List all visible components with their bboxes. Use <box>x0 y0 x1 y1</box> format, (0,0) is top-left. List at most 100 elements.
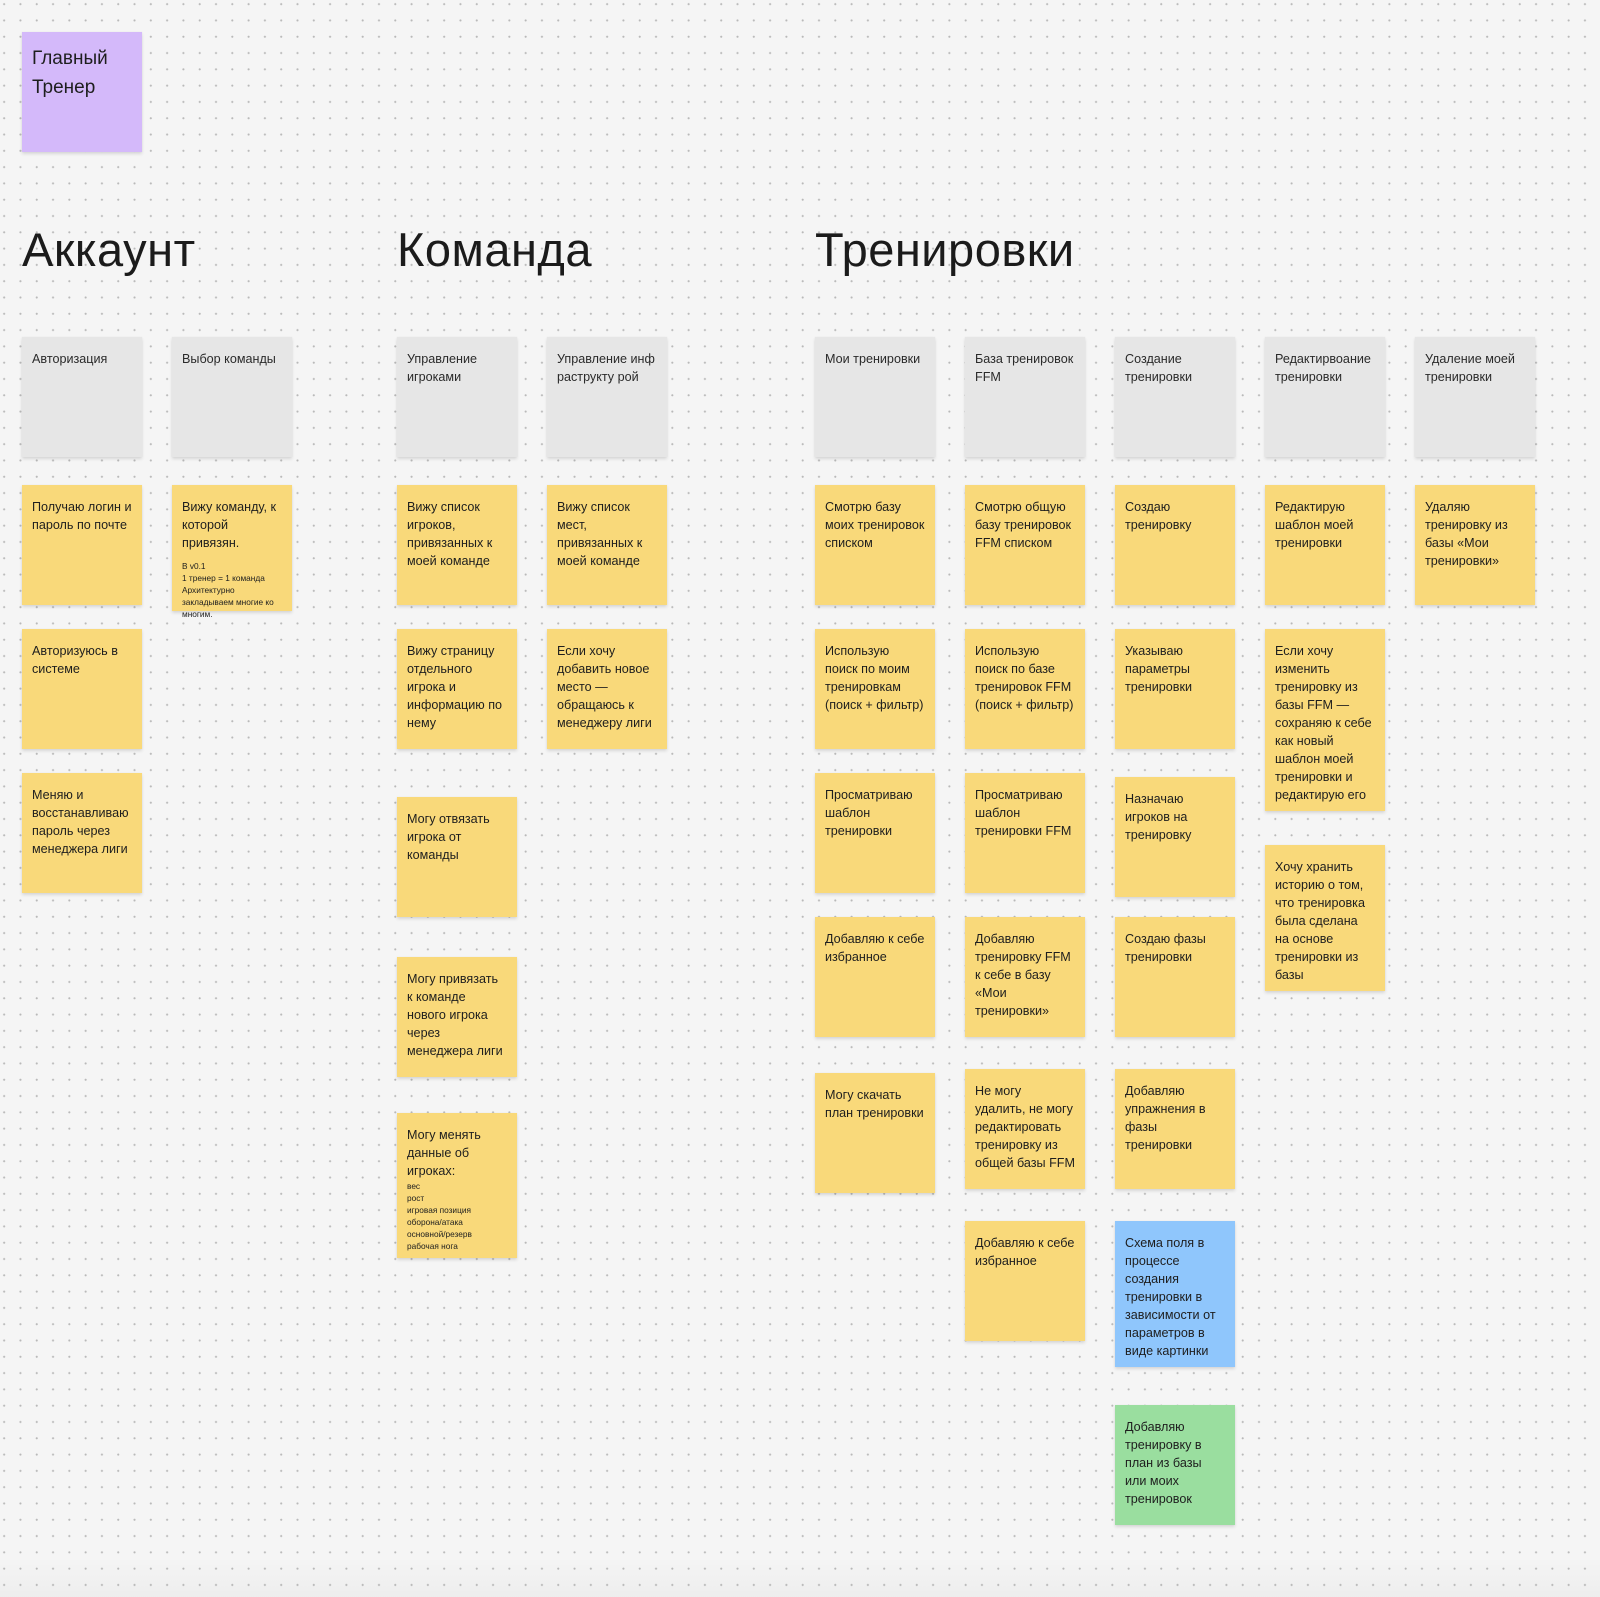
column-header-label: Выбор команды <box>182 352 276 366</box>
player-field: рост <box>407 1193 425 1203</box>
story-text: Не могу удалить, не могу редактировать т… <box>975 1084 1075 1170</box>
story-card[interactable]: Меняю и восстанавливаю пароль через мене… <box>22 773 142 893</box>
story-card-add-to-plan[interactable]: Добавляю тренировку в план из базы или м… <box>1115 1405 1235 1525</box>
story-text: Схема поля в процессе создания тренировк… <box>1125 1236 1216 1358</box>
column-header-label: База тренировок FFM <box>975 352 1074 384</box>
story-card[interactable]: Смотрю общую базу тренировок FFM списком <box>965 485 1085 605</box>
player-field: игровая позиция <box>407 1205 471 1215</box>
story-card[interactable]: Хочу хранить историю о том, что трениров… <box>1265 845 1385 991</box>
note-line: В v0.1 <box>182 561 206 571</box>
story-text: Если хочу добавить новое место — обращаю… <box>557 644 652 730</box>
note-line: 1 тренер = 1 команда <box>182 573 265 583</box>
story-card[interactable]: Не могу удалить, не могу редактировать т… <box>965 1069 1085 1189</box>
story-text: Назначаю игроков на тренировку <box>1125 792 1192 842</box>
story-card[interactable]: Указываю параметры тренировки <box>1115 629 1235 749</box>
column-header-infrastructure-management[interactable]: Управление инфраструкту рой <box>547 337 667 457</box>
column-header-ffm-training-base[interactable]: База тренировок FFM <box>965 337 1085 457</box>
story-text: Просматриваю шаблон тренировки <box>825 788 913 838</box>
story-text: Создаю тренировку <box>1125 500 1192 532</box>
story-card[interactable]: Использую поиск по базе тренировок FFM (… <box>965 629 1085 749</box>
column-header-label: Управление инфраструкту рой <box>557 352 655 384</box>
story-card[interactable]: Вижу список игроков, привязанных к моей … <box>397 485 517 605</box>
story-card[interactable]: Вижу список мест, привязанных к моей ком… <box>547 485 667 605</box>
player-field: вес <box>407 1181 421 1191</box>
story-text: Хочу хранить историю о том, что трениров… <box>1275 860 1365 982</box>
story-card[interactable]: Если хочу изменить тренировку из базы FF… <box>1265 629 1385 811</box>
role-label-line-1: Главный <box>32 48 108 69</box>
story-text: Вижу список игроков, привязанных к моей … <box>407 500 493 568</box>
story-text: Смотрю базу моих тренировок списком <box>825 500 925 550</box>
story-text: Указываю параметры тренировки <box>1125 644 1193 694</box>
story-card[interactable]: Могу отвязать игрока от команды <box>397 797 517 917</box>
story-text: Получаю логин и пароль по почте <box>32 500 132 532</box>
story-text: Удаляю тренировку из базы «Мои тренировк… <box>1425 500 1508 568</box>
story-card[interactable]: Просматриваю шаблон тренировки <box>815 773 935 893</box>
story-card[interactable]: Добавляю к себе избранное <box>965 1221 1085 1341</box>
column-header-create-training[interactable]: Создание тренировки <box>1115 337 1235 457</box>
player-field: рабочая нога <box>407 1241 458 1251</box>
story-card[interactable]: Авторизуюсь в системе <box>22 629 142 749</box>
story-card[interactable]: Могу скачать план тренировки <box>815 1073 935 1193</box>
story-text: Добавляю к себе избранное <box>825 932 925 964</box>
column-header-edit-training[interactable]: Редактирвоание тренировки <box>1265 337 1385 457</box>
column-header-label: Создание тренировки <box>1125 352 1193 384</box>
section-title-account: Аккаунт <box>22 223 196 276</box>
column-header-player-management[interactable]: Управление игроками <box>397 337 517 457</box>
story-text: Вижу команду, к которой привязян. <box>182 500 276 550</box>
story-card[interactable]: Просматриваю шаблон тренировки FFM <box>965 773 1085 893</box>
column-header-team-selection[interactable]: Выбор команды <box>172 337 292 457</box>
column-header-label: Авторизация <box>32 352 108 366</box>
story-card[interactable]: Если хочу добавить новое место — обращаю… <box>547 629 667 749</box>
story-text: Использую поиск по моим тренировкам (пои… <box>825 644 924 712</box>
story-text: Авторизуюсь в системе <box>32 644 118 676</box>
role-sticky-head-coach[interactable]: Главный Тренер <box>22 32 142 152</box>
story-card-field-scheme[interactable]: Схема поля в процессе создания тренировк… <box>1115 1221 1235 1367</box>
story-text: Смотрю общую базу тренировок FFM списком <box>975 500 1072 550</box>
story-text: Добавляю к себе избранное <box>975 1236 1075 1268</box>
story-card[interactable]: Получаю логин и пароль по почте <box>22 485 142 605</box>
story-text: Добавляю тренировку FFM к себе в базу «М… <box>975 932 1071 1018</box>
story-card[interactable]: Добавляю упражнения в фазы тренировки <box>1115 1069 1235 1189</box>
story-card[interactable]: Назначаю игроков на тренировку <box>1115 777 1235 897</box>
player-field: оборона/атака <box>407 1217 463 1227</box>
story-card[interactable]: Создаю тренировку <box>1115 485 1235 605</box>
story-text: Создаю фазы тренировки <box>1125 932 1206 964</box>
section-title-team: Команда <box>397 223 592 276</box>
column-header-label: Редактирвоание тренировки <box>1275 352 1371 384</box>
story-text: Просматриваю шаблон тренировки FFM <box>975 788 1072 838</box>
story-text: Могу менять данные об игроках: <box>407 1128 481 1178</box>
role-label-line-2: Тренер <box>32 77 96 98</box>
story-text: Меняю и восстанавливаю пароль через мене… <box>32 788 129 856</box>
story-card[interactable]: Могу привязать к команде нового игрока ч… <box>397 957 517 1077</box>
story-text: Вижу страницу отдельного игрока и информ… <box>407 644 503 730</box>
story-text: Могу привязать к команде нового игрока ч… <box>407 972 503 1058</box>
story-text: Могу скачать план тренировки <box>825 1088 924 1120</box>
section-title-trainings: Тренировки <box>815 223 1075 276</box>
story-card[interactable]: Редактирую шаблон моей тренировки <box>1265 485 1385 605</box>
column-header-authorization[interactable]: Авторизация <box>22 337 142 457</box>
story-text: Добавляю упражнения в фазы тренировки <box>1125 1084 1206 1152</box>
story-text: Вижу список мест, привязанных к моей ком… <box>557 500 643 568</box>
note-line: Архитектурно закладываем многие ко многи… <box>182 585 274 619</box>
story-text: Могу отвязать игрока от команды <box>407 812 490 862</box>
story-card[interactable]: Вижу команду, к которой привязян. В v0.1… <box>172 485 292 619</box>
story-card[interactable]: Смотрю базу моих тренировок списком <box>815 485 935 605</box>
column-header-my-trainings[interactable]: Мои тренировки <box>815 337 935 457</box>
story-card[interactable]: Могу менять данные об игроках: вес рост … <box>397 1113 517 1258</box>
story-card[interactable]: Добавляю тренировку FFM к себе в базу «М… <box>965 917 1085 1037</box>
player-fields-list: вес рост игровая позиция оборона/атака о… <box>407 1180 507 1252</box>
column-header-delete-training[interactable]: Удаление моей тренировки <box>1415 337 1535 457</box>
story-card[interactable]: Добавляю к себе избранное <box>815 917 935 1037</box>
column-header-label: Мои тренировки <box>825 352 921 366</box>
story-card[interactable]: Удаляю тренировку из базы «Мои тренировк… <box>1415 485 1535 605</box>
story-card[interactable]: Использую поиск по моим тренировкам (пои… <box>815 629 935 749</box>
story-text: Если хочу изменить тренировку из базы FF… <box>1275 644 1372 802</box>
story-text: Использую поиск по базе тренировок FFM (… <box>975 644 1074 712</box>
story-card[interactable]: Вижу страницу отдельного игрока и информ… <box>397 629 517 749</box>
column-header-label: Удаление моей тренировки <box>1425 352 1515 384</box>
canvas-bottom-shade <box>0 1557 1600 1597</box>
story-text: Редактирую шаблон моей тренировки <box>1275 500 1354 550</box>
story-text: Добавляю тренировку в план из базы или м… <box>1125 1420 1202 1506</box>
story-card[interactable]: Создаю фазы тренировки <box>1115 917 1235 1037</box>
player-field: основной/резерв <box>407 1229 472 1239</box>
